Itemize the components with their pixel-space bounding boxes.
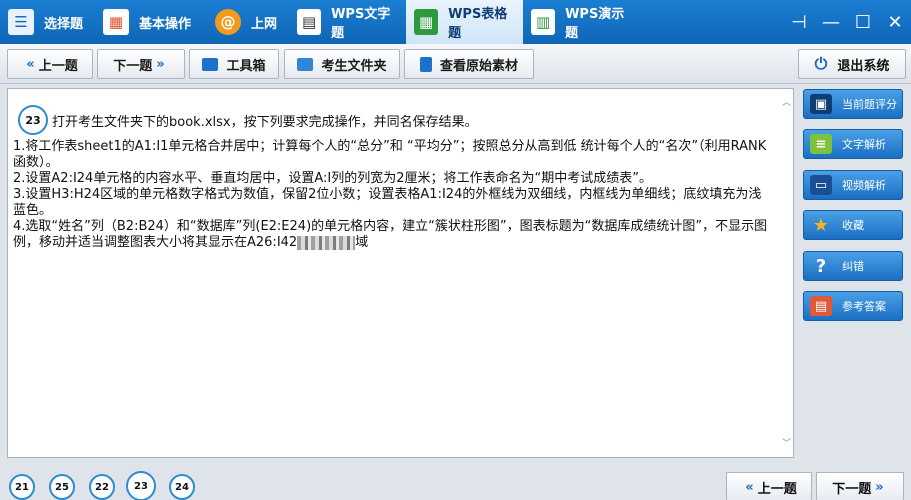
question-icon: ?	[815, 255, 827, 277]
spreadsheet-icon: ▦	[414, 9, 439, 35]
tab-wps-spreadsheet[interactable]: ▦ WPS表格题	[406, 0, 523, 44]
side-label: 视频解析	[842, 179, 886, 192]
toolbox-button[interactable]: 工具箱	[189, 49, 279, 79]
requirement-4-text: 4.选取“姓名”列（B2:B24）和“数据库”列(E2:E24)的单元格内容，建…	[13, 219, 768, 250]
toolbox-icon	[202, 57, 219, 71]
side-label: 文字解析	[842, 138, 886, 151]
tab-internet[interactable]: @ 上网	[207, 0, 289, 44]
tab-wps-writer[interactable]: ▤ WPS文字题	[289, 0, 406, 44]
side-label: 参考答案	[842, 300, 886, 313]
at-icon: @	[215, 9, 241, 35]
question-nav-item[interactable]: 24	[169, 474, 195, 500]
bottom-prev-button[interactable]: « 上一题	[726, 472, 812, 500]
double-left-arrow-icon: «	[745, 479, 754, 495]
prev-question-button[interactable]: « 上一题	[7, 49, 93, 79]
requirement-4: 4.选取“姓名”列（B2:B24）和“数据库”列(E2:E24)的单元格内容，建…	[13, 219, 773, 251]
tab-wps-presentation[interactable]: ▥ WPS演示题	[523, 0, 640, 44]
star-icon: ★	[812, 214, 830, 236]
text-icon: ≡	[810, 134, 832, 154]
toolbar: « 上一题 下一题 » 工具箱 考生文件夹 查看原始素材	[0, 44, 911, 84]
requirement-3: 3.设置H3:H24区域的单元格数字格式为数值，保留2位小数；设置表格A1:I2…	[13, 187, 762, 218]
scroll-up-arrow-icon[interactable]: ︿	[782, 95, 791, 108]
favorite-button[interactable]: ★ 收藏	[803, 210, 903, 240]
tab-basic-ops[interactable]: ▦ 基本操作	[95, 0, 207, 44]
folder-icon	[297, 57, 314, 71]
side-label: 当前题评分	[842, 98, 897, 111]
close-icon[interactable]: ✕	[879, 12, 911, 33]
question-title: 打开考生文件夹下的book.xlsx，按下列要求完成操作，并同名保存结果。	[52, 114, 478, 130]
material-label: 查看原始素材	[439, 58, 518, 74]
maximize-icon[interactable]: ☐	[847, 12, 879, 33]
scroll-down-arrow-icon[interactable]: ﹀	[782, 436, 791, 449]
question-nav-item[interactable]: 25	[49, 474, 75, 500]
pin-icon[interactable]: ⊣	[783, 12, 815, 33]
tab-label: WPS演示题	[565, 7, 625, 41]
tab-label: 选择题	[44, 16, 84, 32]
question-nav-item[interactable]: 21	[9, 474, 35, 500]
next-label: 下一题	[113, 58, 153, 74]
reference-answer-button[interactable]: ▤ 参考答案	[803, 291, 903, 321]
student-folder-button[interactable]: 考生文件夹	[284, 49, 400, 79]
next-question-button[interactable]: 下一题 »	[97, 49, 185, 79]
top-menu-bar: ☰ 选择题 ▦ 基本操作 @ 上网 ▤ WPS文字题 ▦ WPS表格题 ▥ WP…	[0, 0, 911, 44]
double-left-arrow-icon: «	[26, 56, 35, 72]
toolbox-label: 工具箱	[226, 58, 266, 74]
windows-icon: ▦	[103, 9, 129, 35]
text-analysis-button[interactable]: ≡ 文字解析	[803, 129, 903, 159]
bottom-next-button[interactable]: 下一题 »	[816, 472, 904, 500]
double-right-arrow-icon: »	[875, 479, 884, 495]
tab-label: 基本操作	[139, 16, 192, 32]
presentation-icon: ▥	[531, 9, 556, 35]
prev-label: 上一题	[38, 58, 78, 74]
window-controls: ⊣ — ☐ ✕	[783, 0, 911, 44]
tab-label: WPS文字题	[331, 7, 391, 41]
video-icon: ▭	[810, 175, 832, 195]
exit-label: 退出系统	[837, 58, 890, 74]
bottom-navigation: 21 25 22 23 24 « 上一题 下一题 »	[0, 462, 911, 500]
double-right-arrow-icon: »	[156, 56, 165, 72]
exit-system-button[interactable]: ⏻ 退出系统	[798, 49, 906, 79]
watermark-blur	[297, 235, 356, 250]
document-icon: ▤	[297, 9, 322, 35]
next-label: 下一题	[832, 481, 872, 497]
power-icon: ⏻	[814, 54, 828, 73]
requirement-1: 1.将工作表sheet1的A1:I1单元格合并居中；计算每个人的“总分”和 “平…	[13, 139, 767, 170]
score-current-button[interactable]: ▣ 当前题评分	[803, 89, 903, 119]
question-nav-item[interactable]: 22	[89, 474, 115, 500]
question-nav-item-current[interactable]: 23	[126, 471, 156, 500]
side-label: 纠错	[842, 260, 864, 273]
question-header: 23 打开考生文件夹下的book.xlsx，按下列要求完成操作，并同名保存结果。	[18, 105, 478, 135]
requirement-4-end: 域	[355, 235, 369, 250]
requirement-2: 2.设置A2:I24单元格的内容水平、垂直均居中，设置A:I列的列宽为2厘米；将…	[13, 171, 652, 186]
document-icon	[419, 56, 432, 72]
tab-label: WPS表格题	[448, 7, 508, 41]
prev-label: 上一题	[757, 481, 797, 497]
folder-label: 考生文件夹	[321, 58, 387, 74]
tab-choice[interactable]: ☰ 选择题	[0, 0, 95, 44]
save-icon: ▣	[810, 94, 832, 114]
list-icon: ☰	[8, 9, 34, 35]
question-body: 1.将工作表sheet1的A1:I1单元格合并居中；计算每个人的“总分”和 “平…	[13, 139, 773, 251]
question-content: 23 打开考生文件夹下的book.xlsx，按下列要求完成操作，并同名保存结果。…	[7, 88, 794, 458]
video-analysis-button[interactable]: ▭ 视频解析	[803, 170, 903, 200]
error-report-button[interactable]: ? 纠错	[803, 251, 903, 281]
question-number: 23	[18, 105, 48, 135]
view-material-button[interactable]: 查看原始素材	[404, 49, 534, 79]
tab-label: 上网	[251, 16, 278, 32]
answer-icon: ▤	[810, 296, 832, 316]
side-label: 收藏	[842, 219, 864, 232]
minimize-icon[interactable]: —	[815, 12, 847, 33]
